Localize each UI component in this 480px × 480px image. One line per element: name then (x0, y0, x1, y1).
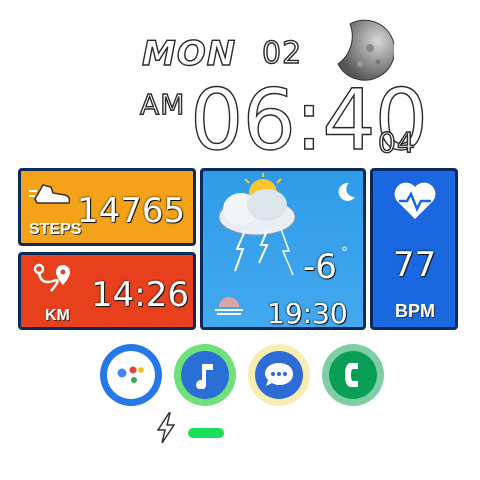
moon-icon (335, 181, 357, 207)
route-icon (31, 263, 75, 301)
steps-tile[interactable]: 14765 STEPS (18, 168, 196, 246)
assistant-icon (117, 366, 144, 383)
heart-icon (393, 181, 437, 225)
messages-button[interactable] (248, 344, 310, 406)
degree-symbol: ° (341, 245, 348, 261)
weather-tile[interactable]: -6 ° 19:30 (200, 168, 366, 330)
distance-tile[interactable]: 14:26 KM (18, 252, 196, 330)
steps-value: 14765 (77, 191, 186, 231)
heart-rate-label: BPM (395, 301, 435, 321)
phone-icon (345, 363, 358, 387)
thunderstorm-cloud-icon (205, 171, 315, 285)
battery-bar (188, 428, 224, 438)
distance-label: KM (45, 307, 70, 324)
weekday-label: MON (141, 33, 237, 74)
distance-value: 14:26 (91, 275, 189, 315)
seconds-label: 04 (377, 125, 416, 159)
phone-button[interactable] (322, 344, 384, 406)
steps-label: STEPS (29, 221, 82, 238)
weather-time-value: 19:30 (267, 297, 348, 330)
shoe-icon (29, 179, 73, 213)
battery-level (188, 428, 224, 438)
heart-rate-tile[interactable]: 77 BPM (370, 168, 458, 330)
am-pm-label: AM (139, 87, 186, 121)
music-button[interactable] (174, 344, 236, 406)
chat-bubble-icon (265, 363, 293, 386)
music-note-icon (196, 364, 213, 389)
sunset-icon (213, 295, 245, 323)
assistant-button[interactable] (100, 344, 162, 406)
date-label: 02 (261, 35, 303, 71)
temperature-value: -6 (303, 247, 337, 287)
heart-rate-value: 77 (393, 245, 437, 285)
lightning-icon (154, 412, 178, 448)
